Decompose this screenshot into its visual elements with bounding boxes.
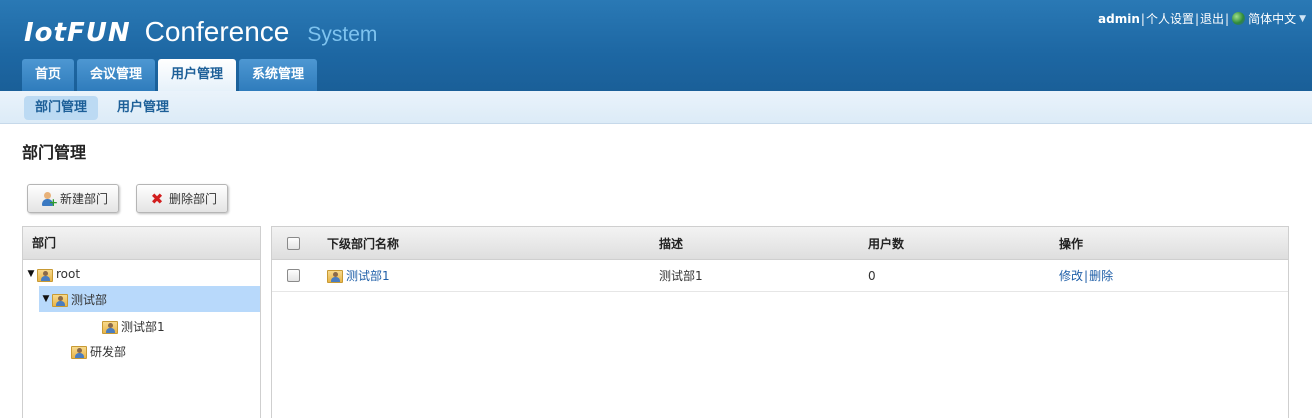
row-checkbox[interactable]: [287, 269, 300, 282]
tab-meeting-management[interactable]: 会议管理: [77, 59, 156, 91]
tree-node-test-dept[interactable]: ▼ 测试部: [39, 286, 260, 312]
folder-user-icon: [37, 267, 53, 282]
sub-department-table: 下级部门名称 描述 用户数 操作 测试部1 测试部1 0 修改 | 删除: [271, 226, 1289, 418]
column-header-description[interactable]: 描述: [659, 227, 683, 259]
subtab-department-management[interactable]: 部门管理: [24, 96, 99, 120]
folder-user-icon: [52, 292, 68, 307]
personal-settings-link[interactable]: 个人设置: [1146, 10, 1194, 27]
tab-system-management[interactable]: 系统管理: [239, 59, 318, 91]
tree-node-label: 测试部: [71, 292, 108, 307]
select-all-cell: [287, 227, 300, 259]
tree-node-label: 研发部: [90, 344, 127, 359]
folder-user-icon: [71, 344, 87, 359]
separator: |: [1194, 11, 1199, 26]
new-department-label: 新建部门: [60, 192, 109, 206]
dept-name-link[interactable]: 测试部1: [346, 267, 390, 284]
tree-node-rd-dept[interactable]: 研发部: [71, 338, 211, 364]
top-links: admin | 个人设置 | 退出 | 简体中文 ▼: [1098, 10, 1306, 27]
logo-subtitle: System: [307, 23, 378, 46]
new-department-button[interactable]: + 新建部门: [27, 184, 120, 213]
table-row: 测试部1 测试部1 0 修改 | 删除: [272, 260, 1288, 292]
tree-header: 部门: [23, 227, 260, 260]
dept-name-cell: 测试部1: [327, 260, 390, 291]
page-title: 部门管理: [22, 143, 87, 162]
separator: |: [1140, 11, 1145, 26]
column-header-user-count[interactable]: 用户数: [868, 227, 904, 259]
logout-link[interactable]: 退出: [1200, 10, 1224, 27]
delete-icon: ✖: [150, 189, 164, 208]
sub-nav: 部门管理 用户管理: [0, 91, 1312, 124]
dept-user-count: 0: [868, 268, 876, 283]
table-header: 下级部门名称 描述 用户数 操作: [272, 227, 1288, 260]
app-logo: IotFUN Conference System: [24, 16, 377, 48]
select-all-checkbox[interactable]: [287, 236, 300, 250]
app-header: IotFUN Conference System admin | 个人设置 | …: [0, 0, 1312, 91]
current-user: admin: [1098, 11, 1140, 26]
tab-user-management[interactable]: 用户管理: [158, 59, 237, 91]
dept-description: 测试部1: [659, 269, 703, 283]
globe-icon: [1232, 12, 1246, 25]
add-user-icon: +: [40, 191, 58, 208]
row-actions: 修改 | 删除: [1059, 260, 1113, 291]
column-header-name[interactable]: 下级部门名称: [327, 227, 399, 259]
logo-title: Conference: [144, 16, 290, 47]
row-select-cell: [287, 260, 300, 291]
main-nav: 首页 会议管理 用户管理 系统管理: [22, 59, 320, 91]
folder-user-icon: [102, 319, 118, 334]
expanded-arrow-icon[interactable]: ▼: [40, 294, 52, 304]
subtab-user-management[interactable]: 用户管理: [106, 96, 180, 120]
delete-link[interactable]: 删除: [1089, 267, 1113, 284]
edit-link[interactable]: 修改: [1059, 267, 1083, 284]
tree-node-test-dept-1[interactable]: 测试部1: [102, 313, 242, 339]
tree-node-label: root: [56, 267, 81, 281]
delete-department-button[interactable]: ✖ 删除部门: [136, 184, 229, 213]
separator: |: [1225, 11, 1230, 26]
language-select[interactable]: 简体中文: [1248, 10, 1296, 27]
tree-node-label: 测试部1: [121, 319, 165, 334]
tab-home[interactable]: 首页: [22, 59, 75, 91]
folder-user-icon: [327, 268, 343, 283]
delete-department-label: 删除部门: [169, 192, 218, 206]
expanded-arrow-icon[interactable]: ▼: [25, 269, 37, 279]
caret-down-icon[interactable]: ▼: [1299, 14, 1306, 24]
tree-node-root[interactable]: ▼ root: [25, 261, 260, 287]
department-tree-panel: 部门 ▼ root ▼ 测试部 测试部1 研发部: [22, 226, 261, 418]
separator: |: [1084, 268, 1089, 283]
logo-mark: IotFUN: [24, 18, 131, 48]
column-header-actions: 操作: [1059, 236, 1084, 251]
